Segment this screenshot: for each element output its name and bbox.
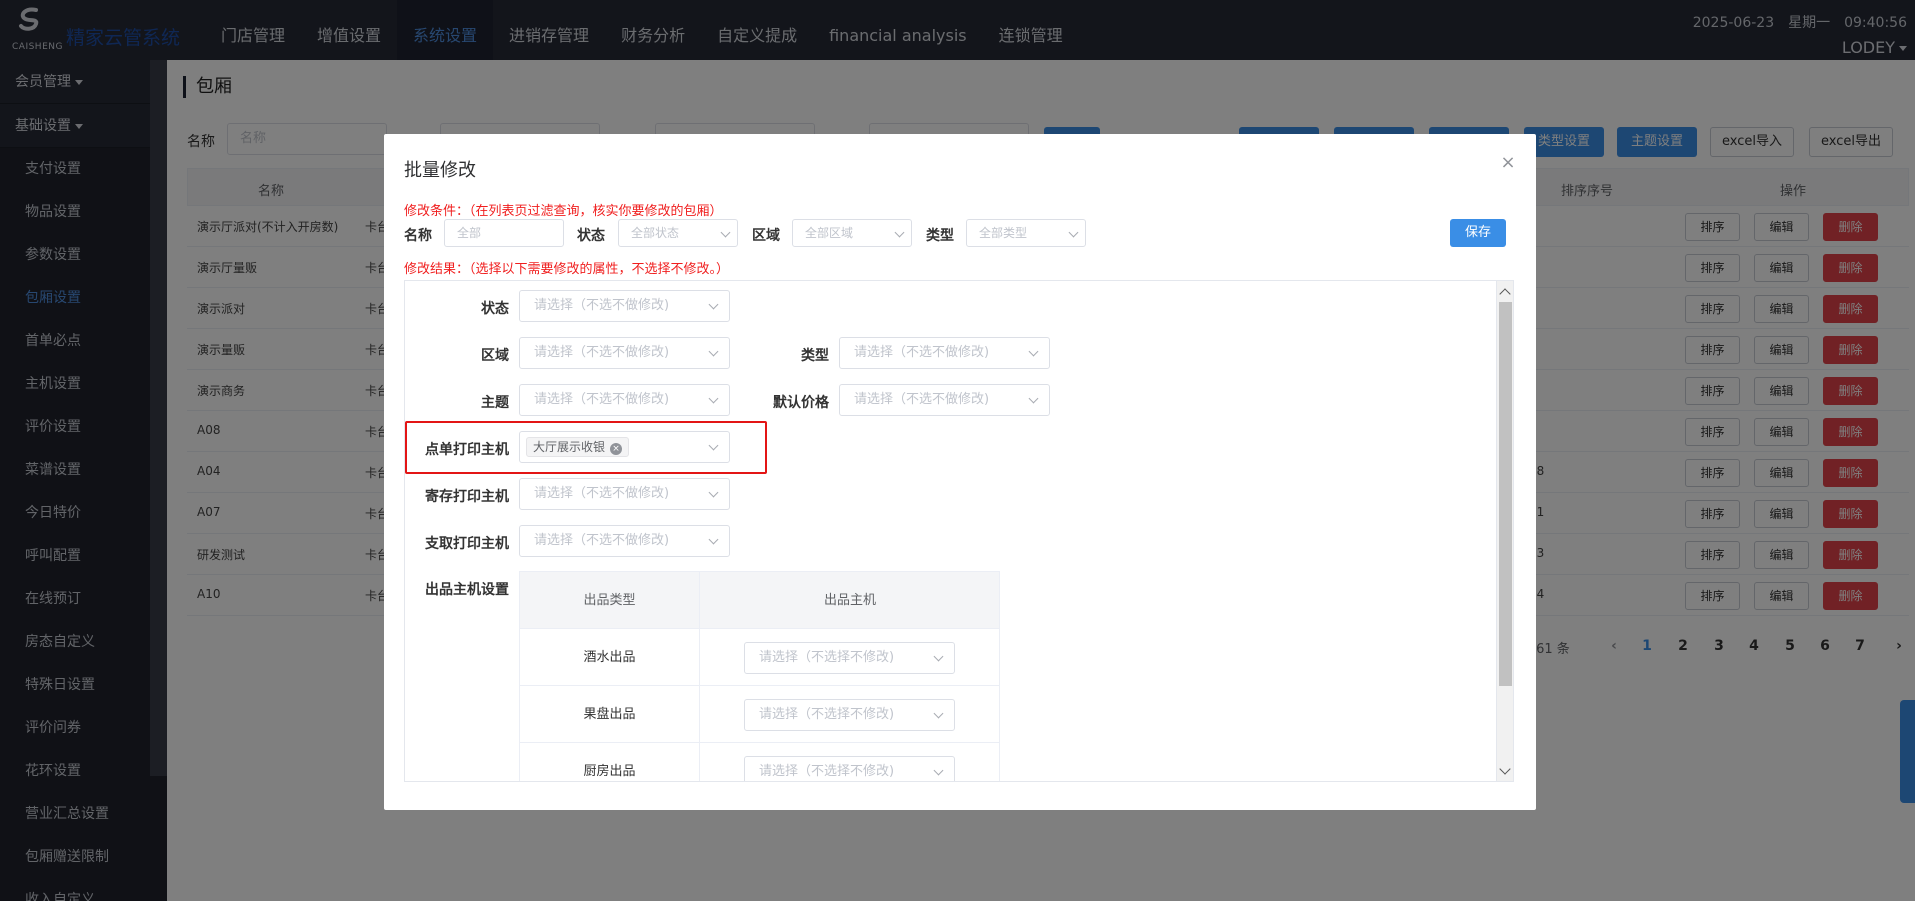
close-icon[interactable]: × — [610, 442, 623, 455]
batch-edit-dialog: 批量修改 × 修改条件：（在列表页过滤查询，核实你要修改的包厢） 名称 全部 状… — [384, 134, 1536, 810]
cond-type-label: 类型 — [926, 228, 954, 244]
output-table-header: 出品类型 出品主机 — [520, 572, 999, 629]
output-host-select[interactable]: 请选择（不选择不修改) — [744, 756, 955, 781]
th-output-type: 出品类型 — [520, 572, 700, 628]
tag-label: 大厅展示收银 — [533, 439, 606, 454]
chevron-down-icon — [708, 393, 719, 404]
chevron-down-icon — [933, 765, 944, 776]
output-host-table: 出品类型 出品主机 酒水出品 请选择（不选择不修改) 果盘出品 请选择（不选择不… — [519, 571, 1000, 781]
output-type-cell: 果盘出品 — [520, 686, 700, 742]
cond-type-value: 全部类型 — [979, 226, 1028, 240]
chevron-down-icon[interactable] — [1499, 763, 1511, 775]
chevron-down-icon — [933, 651, 944, 662]
type-placeholder: 请选择（不选不做修改) — [854, 345, 990, 360]
output-host-cell: 请选择（不选择不修改) — [700, 686, 1000, 742]
chevron-down-icon — [708, 440, 719, 451]
output-host-select[interactable]: 请选择（不选择不修改) — [744, 699, 955, 731]
default-price-select[interactable]: 请选择（不选不做修改) — [839, 384, 1050, 416]
theme-select[interactable]: 请选择（不选不做修改) — [519, 384, 730, 416]
cond-name-input[interactable]: 全部 — [444, 219, 564, 247]
chevron-down-icon — [708, 534, 719, 545]
withdraw-printer-label: 支取打印主机 — [425, 536, 509, 552]
chevron-down-icon — [708, 487, 719, 498]
cond-status-select[interactable]: 全部状态 — [618, 219, 738, 247]
save-button[interactable]: 保存 — [1450, 219, 1506, 247]
theme-placeholder: 请选择（不选不做修改) — [534, 392, 670, 407]
withdraw-printer-select[interactable]: 请选择（不选不做修改) — [519, 525, 730, 557]
status-select[interactable]: 请选择（不选不做修改) — [519, 290, 730, 322]
type-select[interactable]: 请选择（不选不做修改) — [839, 337, 1050, 369]
result-note: 修改结果：（选择以下需要修改的属性，不选择不修改。） — [404, 262, 730, 277]
scroll-thumb[interactable] — [1499, 302, 1512, 686]
output-host-placeholder: 请选择（不选择不修改) — [759, 707, 895, 722]
theme-label: 主题 — [481, 395, 509, 411]
type-label: 类型 — [801, 348, 829, 364]
chevron-down-icon — [1028, 393, 1039, 404]
chevron-down-icon — [1068, 227, 1079, 238]
th-output-host: 出品主机 — [823, 593, 876, 608]
area-label: 区域 — [481, 348, 509, 364]
status-label: 状态 — [481, 301, 509, 317]
cond-area-label: 区域 — [752, 228, 780, 244]
cond-area-select[interactable]: 全部区域 — [792, 219, 912, 247]
table-row: 厨房出品 请选择（不选择不修改) — [520, 743, 1000, 781]
cond-status-label: 状态 — [577, 228, 605, 244]
chevron-down-icon — [720, 227, 731, 238]
cond-name-label: 名称 — [404, 228, 432, 244]
chevron-up-icon[interactable] — [1499, 288, 1511, 300]
order-printer-label: 点单打印主机 — [425, 442, 509, 458]
output-host-label: 出品主机设置 — [425, 582, 509, 598]
deposit-printer-select[interactable]: 请选择（不选不做修改) — [519, 478, 730, 510]
output-type-cell: 厨房出品 — [520, 743, 700, 781]
result-scrollbar[interactable] — [1496, 281, 1513, 781]
cond-area-value: 全部区域 — [805, 226, 854, 240]
output-host-cell: 请选择（不选择不修改) — [700, 629, 1000, 685]
area-placeholder: 请选择（不选不做修改) — [534, 345, 670, 360]
output-host-cell: 请选择（不选择不修改) — [700, 743, 1000, 781]
default-price-placeholder: 请选择（不选不做修改) — [854, 392, 990, 407]
result-form: 状态 请选择（不选不做修改) 区域 请选择（不选不做修改) 类型 请选择（不选不… — [404, 280, 1514, 782]
cond-status-value: 全部状态 — [631, 226, 680, 240]
chevron-down-icon — [894, 227, 905, 238]
deposit-printer-label: 寄存打印主机 — [425, 489, 509, 505]
chevron-down-icon — [933, 708, 944, 719]
chevron-down-icon — [708, 346, 719, 357]
output-host-placeholder: 请选择（不选择不修改) — [759, 650, 895, 665]
order-printer-select[interactable]: 大厅展示收银 × — [519, 431, 730, 463]
withdraw-printer-placeholder: 请选择（不选不做修改) — [534, 533, 670, 548]
output-host-select[interactable]: 请选择（不选择不修改) — [744, 642, 955, 674]
cond-type-select[interactable]: 全部类型 — [966, 219, 1086, 247]
status-placeholder: 请选择（不选不做修改) — [534, 298, 670, 313]
table-row: 酒水出品 请选择（不选择不修改) — [520, 629, 999, 686]
output-type-cell: 酒水出品 — [520, 629, 700, 685]
deposit-printer-placeholder: 请选择（不选不做修改) — [534, 486, 670, 501]
close-icon[interactable]: × — [1500, 154, 1516, 172]
condition-note: 修改条件：（在列表页过滤查询，核实你要修改的包厢） — [404, 204, 723, 219]
chevron-down-icon — [1028, 346, 1039, 357]
selected-tag: 大厅展示收银 × — [526, 436, 630, 457]
output-host-placeholder: 请选择（不选择不修改) — [759, 764, 895, 779]
table-row: 果盘出品 请选择（不选择不修改) — [520, 686, 999, 743]
chevron-down-icon — [708, 299, 719, 310]
area-select[interactable]: 请选择（不选不做修改) — [519, 337, 730, 369]
default-price-label: 默认价格 — [773, 395, 829, 411]
dialog-title: 批量修改 — [404, 160, 476, 181]
